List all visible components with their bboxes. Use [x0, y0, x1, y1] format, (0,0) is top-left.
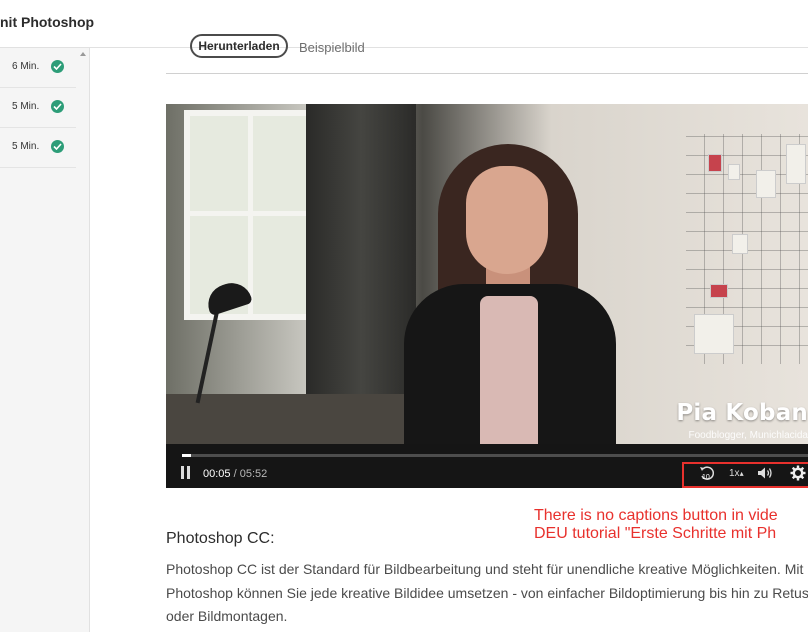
lesson-sidebar: 6 Min. 5 Min. 5 Min.	[0, 48, 90, 632]
completed-check-icon	[51, 100, 64, 113]
player-controls: 00:05 / 05:52 10 1x▴	[166, 444, 808, 488]
volume-icon	[758, 467, 772, 479]
rewind-10-button[interactable]: 10	[698, 464, 716, 484]
lesson-item[interactable]: 5 Min.	[0, 88, 76, 128]
description-line: oder Bildmontagen.	[166, 608, 288, 624]
speed-caret-icon: ▴	[739, 469, 744, 478]
lesson-duration: 5 Min.	[12, 101, 40, 112]
tab-sample-image[interactable]: Beispielbild	[299, 40, 365, 55]
completed-check-icon	[51, 140, 64, 153]
presenter-lower-third: Pia Koban Foodblogger, Munichlacida	[632, 400, 808, 441]
tab-download[interactable]: Herunterladen	[190, 34, 288, 58]
lesson-item[interactable]: 5 Min.	[0, 128, 76, 168]
speed-value: 1x	[729, 468, 740, 479]
presenter-role: Foodblogger, Munichlacida	[688, 430, 808, 441]
total-duration: 05:52	[239, 468, 268, 480]
screenshot-annotation: There is no captions button in vide DEU …	[534, 507, 808, 543]
rewind-seconds: 10	[702, 474, 710, 481]
lesson-duration: 6 Min.	[12, 61, 40, 72]
course-title: nit Photoshop	[0, 14, 95, 30]
video-scene-curtain	[306, 104, 416, 444]
video-presenter-top	[480, 296, 538, 446]
video-scene-desk	[166, 394, 426, 444]
app-header: nit Photoshop	[0, 0, 808, 48]
progress-bar[interactable]	[182, 454, 808, 457]
time-separator: /	[230, 468, 240, 480]
video-presenter-face	[466, 166, 548, 274]
annotation-line: There is no captions button in vide	[534, 507, 778, 524]
video-scene-wall-grid	[686, 134, 808, 364]
annotation-line: DEU tutorial "Erste Schritte mit Ph	[534, 525, 777, 542]
video-frame: Pia Koban Foodblogger, Munichlacida	[166, 104, 808, 488]
lesson-duration: 5 Min.	[12, 141, 40, 152]
time-display: 00:05 / 05:52	[203, 468, 267, 480]
lesson-item[interactable]: 6 Min.	[0, 48, 76, 88]
current-time: 00:05	[203, 468, 231, 480]
gear-icon	[790, 465, 806, 481]
description-line: Photoshop CC ist der Standard für Bildbe…	[166, 561, 804, 577]
progress-bar-fill	[182, 454, 192, 457]
section-title: Photoshop CC:	[166, 530, 275, 547]
pause-button[interactable]	[181, 466, 193, 480]
settings-button[interactable]	[790, 465, 806, 485]
completed-check-icon	[51, 60, 64, 73]
scroll-up-arrow-icon[interactable]	[80, 52, 86, 56]
description-text: Photoshop CC ist der Standard für Bildbe…	[166, 558, 808, 629]
presenter-name: Pia Koban	[676, 400, 808, 426]
content-tabs: Herunterladen Beispielbild	[166, 34, 808, 74]
video-scene-window	[184, 110, 319, 320]
video-player[interactable]: Pia Koban Foodblogger, Munichlacida 00:0…	[166, 104, 808, 488]
playback-speed-button[interactable]: 1x▴	[729, 468, 744, 488]
volume-button[interactable]	[757, 466, 773, 486]
description-line: Photoshop können Sie jede kreative Bildi…	[166, 584, 808, 601]
